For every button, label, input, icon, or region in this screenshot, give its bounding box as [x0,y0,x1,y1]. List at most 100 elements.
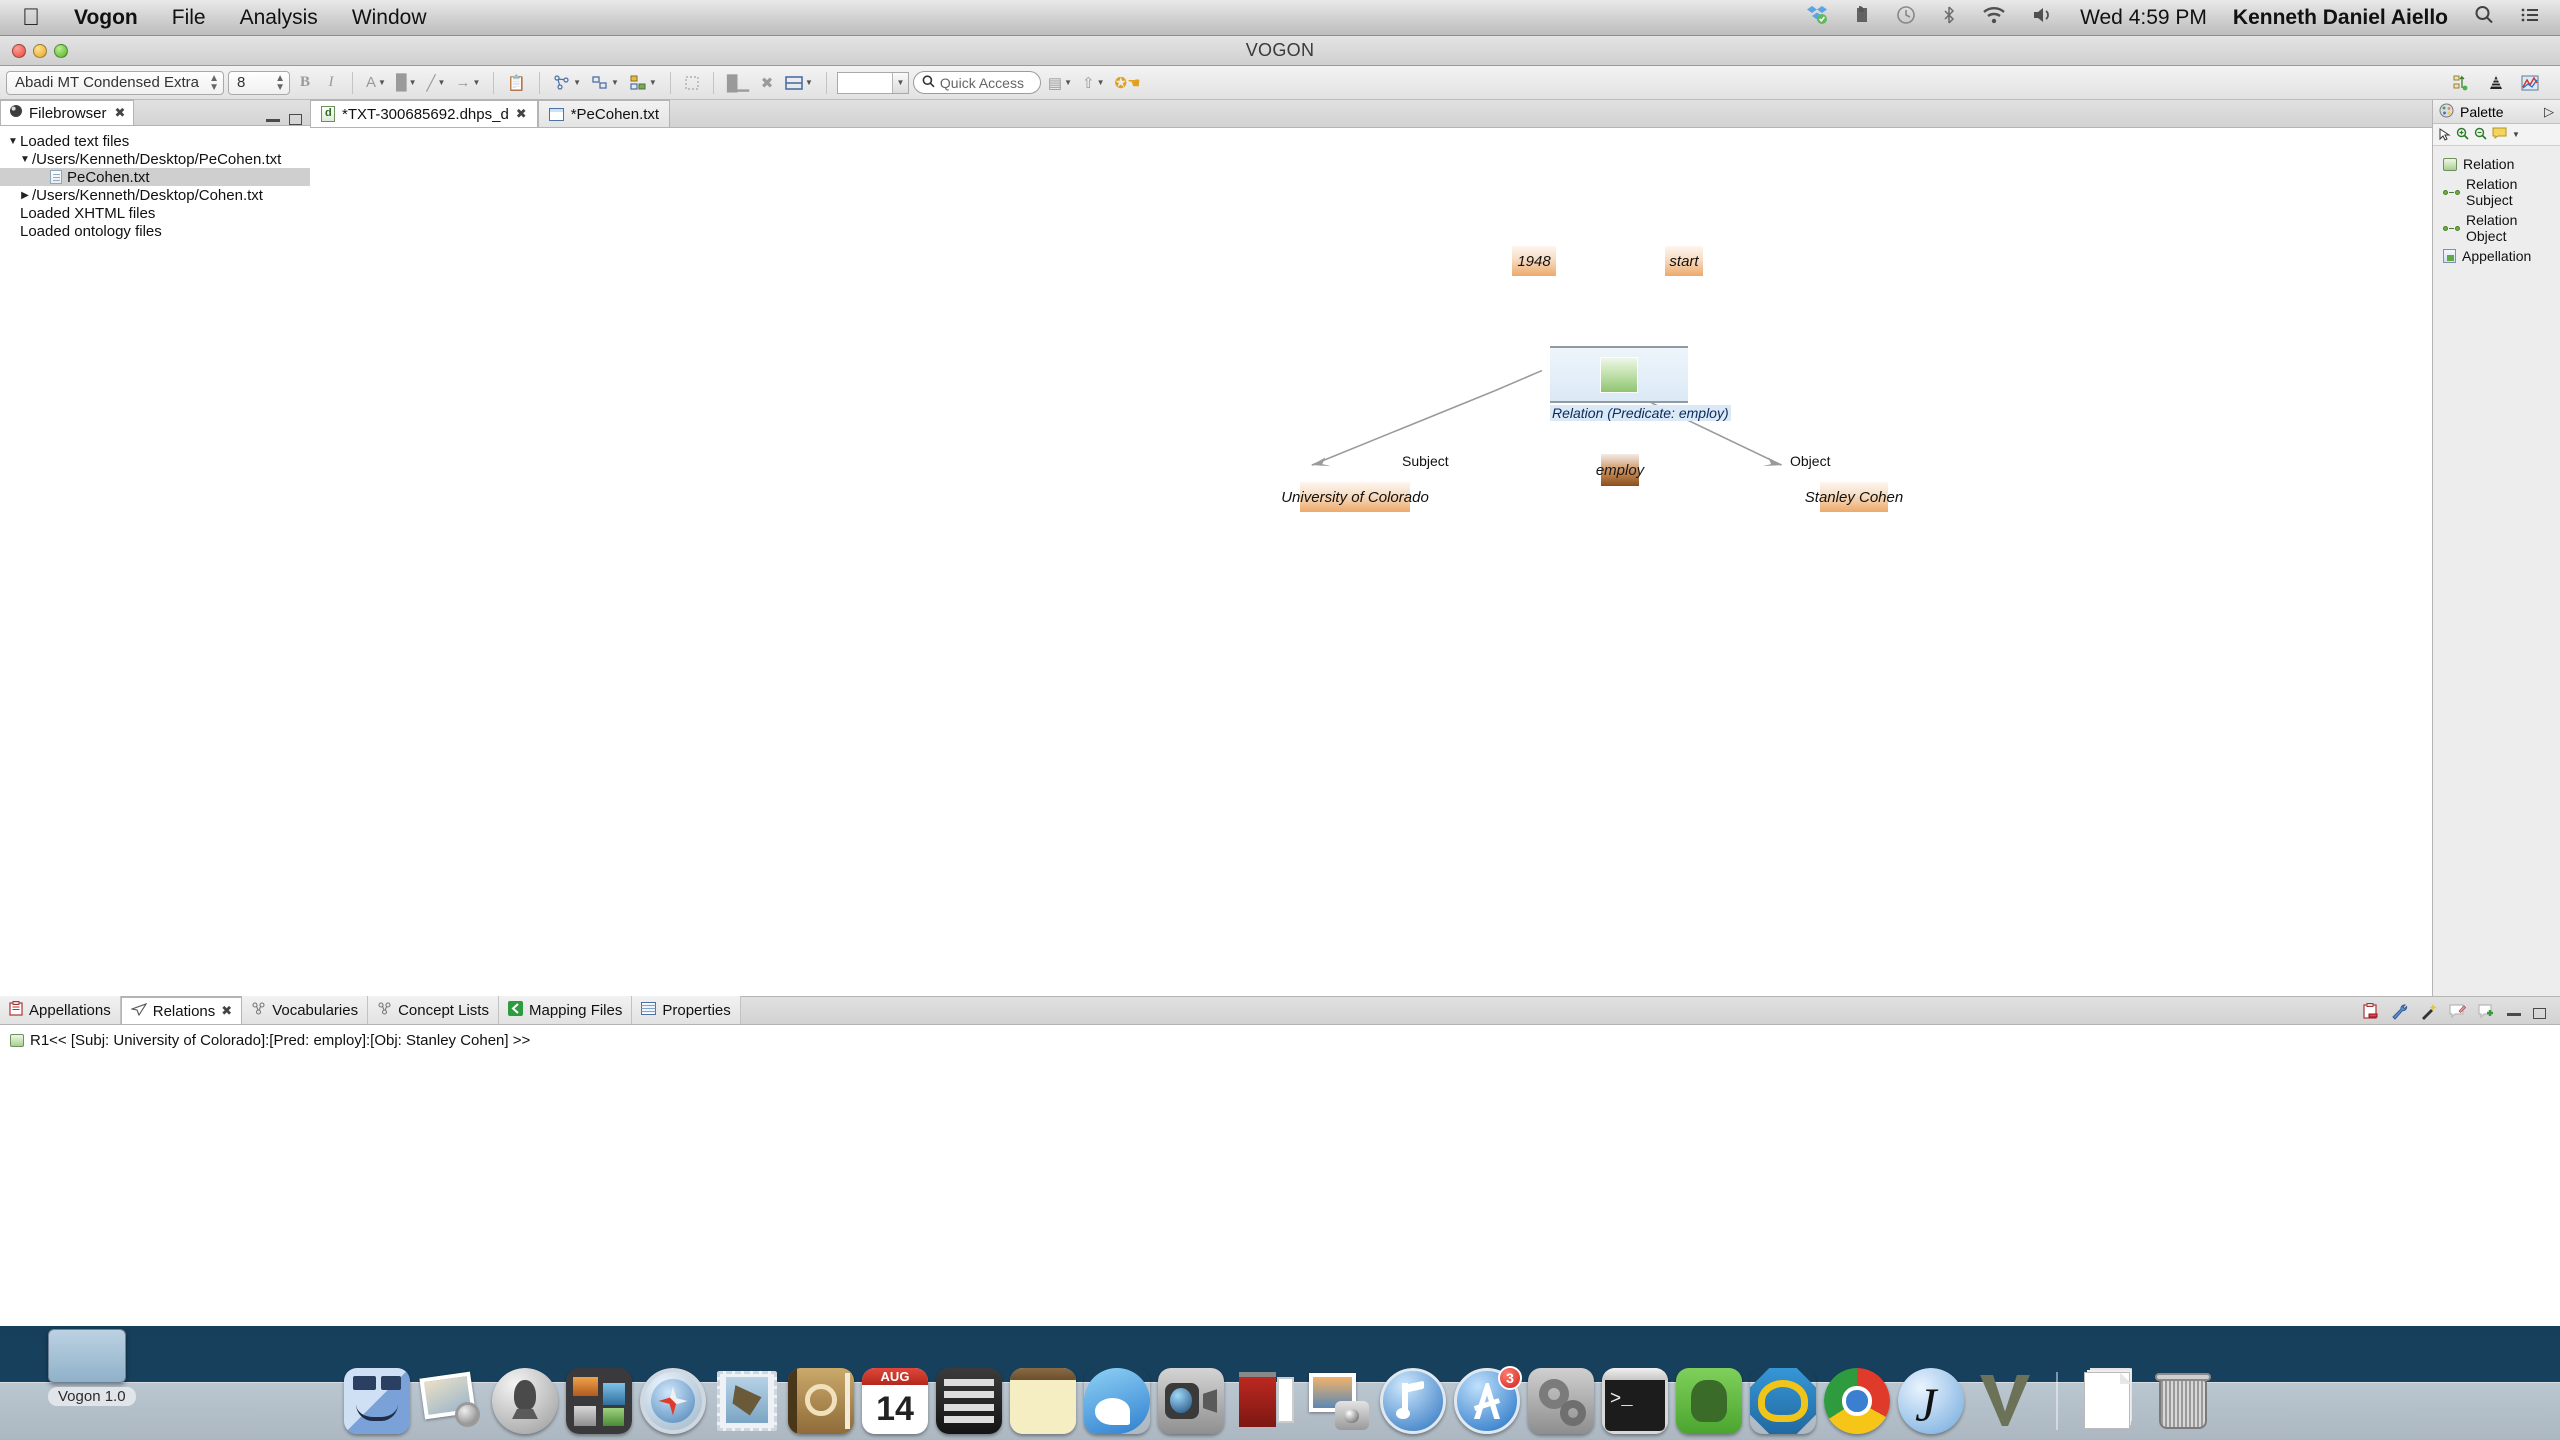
dock-safari-icon[interactable] [640,1368,706,1434]
filebrowser-tree[interactable]: ▼ Loaded text files ▼/Users/Kenneth/Deskto… [0,126,310,996]
maximize-icon[interactable] [2533,1008,2546,1019]
wand-icon[interactable] [2420,1003,2437,1024]
dock-preview-icon[interactable] [1306,1368,1372,1434]
dock-chrome-icon[interactable] [1824,1368,1890,1434]
menu-file[interactable]: File [172,6,206,30]
dock-photo-booth-icon[interactable] [1232,1368,1298,1434]
evernote-icon[interactable] [1854,5,1870,31]
clipboard-remove-icon[interactable] [2363,1003,2379,1024]
menu-analysis[interactable]: Analysis [240,6,318,30]
bottom-tab-vocabularies[interactable]: Vocabularies [242,996,369,1024]
menubar-clock[interactable]: Wed 4:59 PM [2080,6,2207,30]
align-icon[interactable]: ▼ [588,71,622,95]
dock-contacts-icon[interactable] [788,1368,854,1434]
maximize-icon[interactable] [289,114,302,125]
apple-logo-icon[interactable]:  [22,5,40,30]
export-perspective-icon[interactable]: ⇧ ▼ [1079,71,1108,95]
bottom-tab-relations[interactable]: Relations ✖ [120,996,243,1024]
marquee-icon[interactable] [681,71,703,95]
dropbox-icon[interactable] [1806,5,1828,31]
bottom-tab-concept-lists[interactable]: Concept Lists [368,996,499,1024]
dock-facetime-icon[interactable] [1158,1368,1224,1434]
dock-reminders-icon[interactable] [936,1368,1002,1434]
tab-dhps-document[interactable]: *TXT-300685692.dhps_d ✖ [310,99,538,127]
select-arrow-icon[interactable] [2438,128,2451,141]
font-family-select[interactable]: Abadi MT Condensed Extra Bold ▲▼ [6,70,224,95]
layout-icon[interactable]: ▼ [782,71,816,95]
close-icon[interactable]: ✖ [115,105,126,121]
dropdown-caret-icon[interactable]: ▼ [2512,130,2520,139]
close-window-button[interactable] [12,44,26,58]
open-perspective-icon[interactable]: ▤ ▼ [1045,71,1075,95]
close-icon[interactable]: ✖ [516,106,527,122]
zoom-out-icon[interactable] [2474,127,2487,143]
dock-document-stack-icon[interactable] [2076,1368,2142,1434]
line-color-icon[interactable]: ╱ ▼ [424,71,449,95]
note-icon[interactable] [2492,127,2507,142]
dock-mail-icon[interactable] [714,1368,780,1434]
font-color-icon[interactable]: A ▼ [363,71,389,95]
expand-arrow-icon[interactable]: ▷ [2544,104,2554,120]
bluetooth-icon[interactable] [1942,5,1956,31]
graph-node-start[interactable]: start [1665,246,1703,276]
relation-row[interactable]: R1<< [Subj: University of Colorado]:[Pre… [10,1030,2560,1050]
dock-finder-icon[interactable] [344,1368,410,1434]
filetree-row[interactable]: Loaded XHTML files [0,204,310,222]
graph-node-employ[interactable]: employ [1596,454,1644,486]
dock-notes-icon[interactable] [1010,1368,1076,1434]
dock-mendeley-icon[interactable] [1750,1368,1816,1434]
minimized-vogon-window[interactable]: Vogon 1.0 [48,1329,136,1406]
palette-item-relation-object[interactable]: Relation Object [2433,210,2560,246]
relations-list[interactable]: R1<< [Subj: University of Colorado]:[Pre… [0,1025,2560,1326]
dock-evernote-icon[interactable] [1676,1368,1742,1434]
font-size-select[interactable]: 8 ▲ ▼ [228,70,290,95]
filetree-row[interactable]: ▼/Users/Kenneth/Desktop/PeCohen.txt [0,150,310,168]
spotlight-search-icon[interactable] [2474,5,2494,31]
add-note-icon[interactable] [2478,1004,2495,1023]
close-icon[interactable]: ✖ [221,1003,232,1019]
tab-filebrowser[interactable]: Filebrowser ✖ [0,99,135,125]
bottom-tab-mapping-files[interactable]: Mapping Files [498,996,633,1024]
bottom-tab-properties[interactable]: Properties [632,996,741,1024]
vogon-perspective-icon[interactable]: ✪☚ [1112,71,1144,95]
palette-item-relation-subject[interactable]: Relation Subject [2433,174,2560,210]
filetree-row[interactable]: ▶/Users/Kenneth/Desktop/Cohen.txt [0,186,310,204]
dock-iphoto-icon[interactable] [418,1368,484,1434]
dock-items[interactable]: AUG 14 3 >_ J [344,1366,2216,1434]
ruler-icon[interactable]: █▁ [724,71,752,95]
palette-item-list[interactable]: Relation Relation Subject Relation Objec… [2433,146,2560,996]
wrench-icon[interactable] [2391,1003,2408,1024]
relation-node[interactable] [1550,346,1688,403]
zoom-level-select[interactable]: ▼ [836,71,909,94]
minimized-window-thumbnail[interactable] [48,1329,126,1383]
wifi-icon[interactable] [1982,6,2006,30]
bottom-tab-appellations[interactable]: Appellations [0,996,121,1024]
palette-item-relation[interactable]: Relation [2433,154,2560,174]
graph-node-1948[interactable]: 1948 [1512,246,1556,276]
distribute-icon[interactable]: ▼ [626,71,660,95]
quick-access-input[interactable]: Quick Access [912,71,1041,94]
chart-icon[interactable] [2518,71,2542,95]
fill-color-icon[interactable]: █ ▼ [393,71,420,95]
dock-launchpad-icon[interactable] [492,1368,558,1434]
palette-item-appellation[interactable]: Appellation [2433,246,2560,266]
tab-pecohen-text[interactable]: *PeCohen.txt [537,99,671,127]
dock-calendar-icon[interactable]: AUG 14 [862,1368,928,1434]
graph-node-stanley-cohen[interactable]: Stanley Cohen [1805,482,1903,512]
hierarchy-icon[interactable] [2450,71,2474,95]
time-machine-icon[interactable] [1896,5,1916,31]
dock-vogon-icon[interactable] [1972,1368,2038,1434]
dock-trash-icon[interactable] [2150,1368,2216,1434]
dock-jabref-icon[interactable]: J [1898,1368,1964,1434]
edit-note-icon[interactable] [2449,1004,2467,1023]
line-style-icon[interactable]: → ▼ [452,71,483,95]
notification-center-icon[interactable] [2520,5,2540,31]
zoom-window-button[interactable] [54,44,68,58]
graph-node-university-of-colorado[interactable]: University of Colorado [1281,482,1429,512]
window-controls[interactable] [12,44,68,58]
filetree-row[interactable]: PeCohen.txt [0,168,310,186]
minimize-icon[interactable] [2507,1011,2521,1016]
chevron-right-icon[interactable]: ▶ [18,190,32,201]
menubar-username[interactable]: Kenneth Daniel Aiello [2233,6,2448,30]
minimize-window-button[interactable] [33,44,47,58]
